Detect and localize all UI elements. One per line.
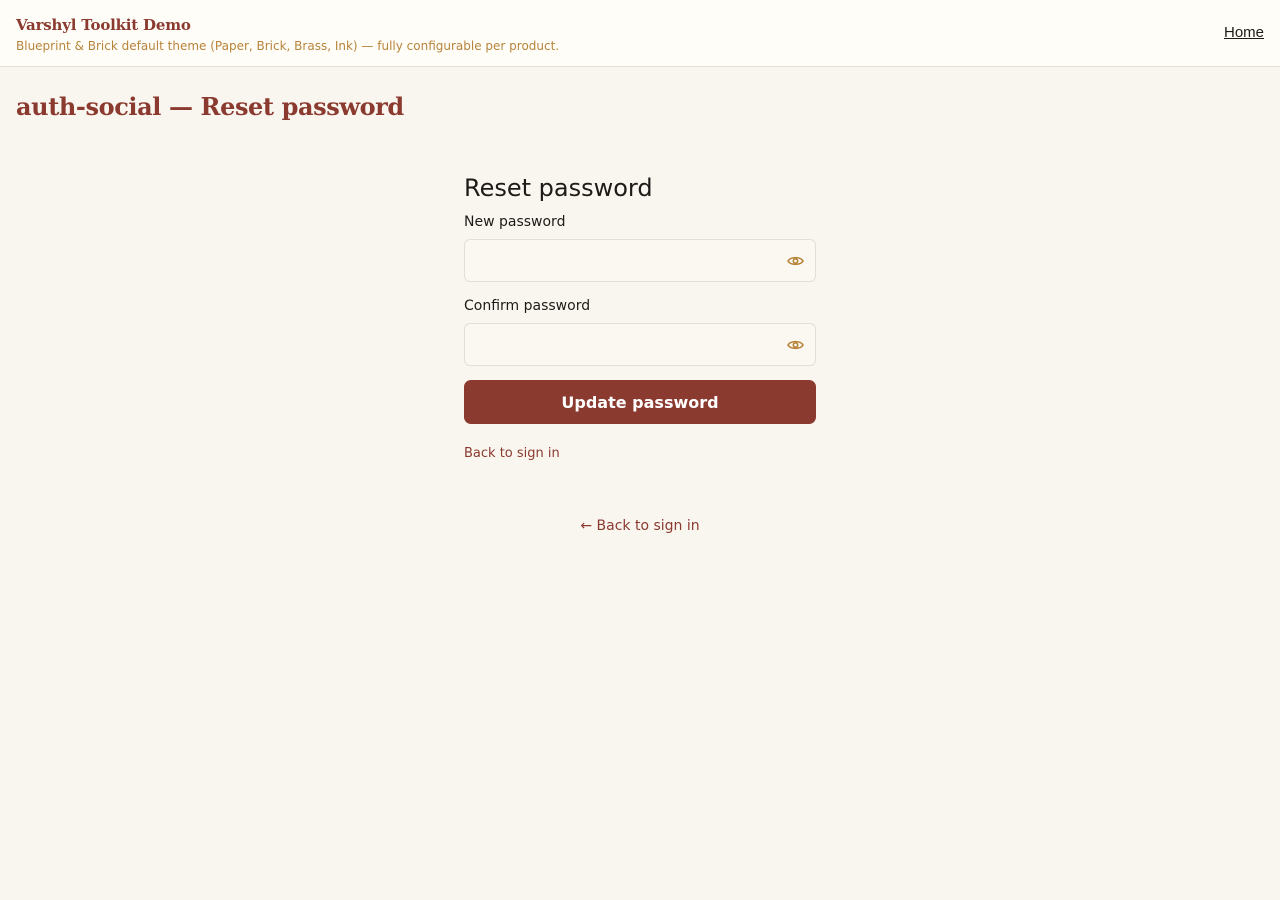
new-password-field-group: New password [464, 214, 816, 282]
nav-home-link[interactable]: Home [1224, 24, 1264, 41]
new-password-input-wrapper [464, 239, 816, 282]
reset-password-card: Reset password New password Confirm pass… [464, 172, 816, 462]
footer-back-to-sign-in-link[interactable]: ← Back to sign in [580, 518, 699, 534]
brand-subtitle: Blueprint & Brick default theme (Paper, … [16, 39, 560, 53]
form-heading: Reset password [464, 174, 653, 202]
confirm-password-input[interactable] [464, 323, 816, 366]
back-to-sign-in-link[interactable]: Back to sign in [464, 446, 560, 462]
new-password-label: New password [464, 214, 566, 230]
eye-icon[interactable] [786, 252, 805, 269]
confirm-password-label: Confirm password [464, 298, 591, 314]
brand-title: Varshyl Toolkit Demo [16, 16, 191, 34]
confirm-password-input-wrapper [464, 323, 816, 366]
eye-icon[interactable] [786, 336, 805, 353]
footer-back-link-container: ← Back to sign in [0, 518, 1280, 534]
site-header: Varshyl Toolkit Demo Blueprint & Brick d… [0, 0, 1280, 67]
update-password-button[interactable]: Update password [464, 380, 816, 424]
new-password-input[interactable] [464, 239, 816, 282]
confirm-password-field-group: Confirm password [464, 298, 816, 366]
page-title: auth-social — Reset password [16, 92, 404, 121]
brand: Varshyl Toolkit Demo Blueprint & Brick d… [16, 15, 559, 54]
